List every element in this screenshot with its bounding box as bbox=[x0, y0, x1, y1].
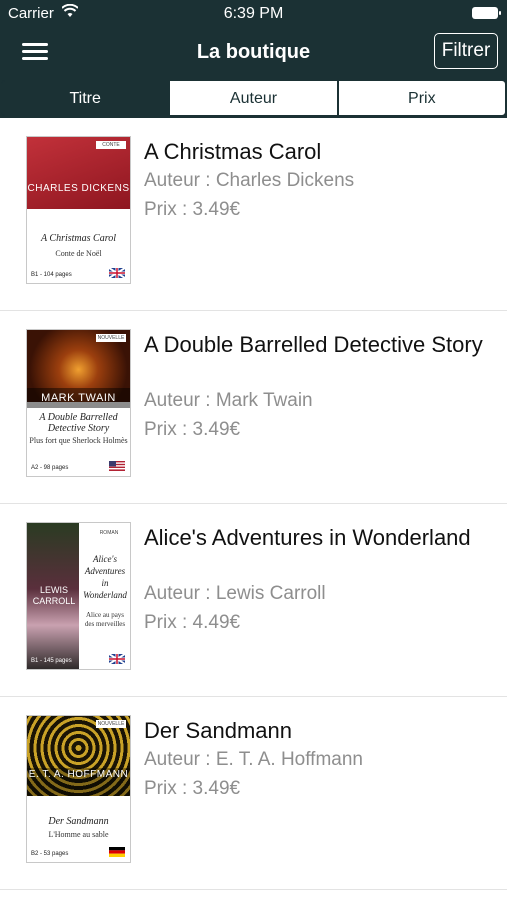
battery-icon bbox=[472, 7, 501, 19]
cover-tag: NOUVELLE bbox=[96, 334, 126, 342]
segment-prix[interactable]: Prix bbox=[337, 80, 506, 116]
cover-tag: NOUVELLE bbox=[96, 720, 126, 728]
cover-title: A Double Barrelled Detective Story bbox=[39, 412, 118, 434]
book-title: Alice's Adventures in Wonderland bbox=[144, 525, 471, 550]
book-price: Prix : 3.49€ bbox=[144, 419, 241, 440]
book-price: Prix : 4.49€ bbox=[144, 612, 241, 633]
status-time: 6:39 PM bbox=[223, 5, 284, 22]
book-cover: ROMAN LEWIS CARROLL Alice's Adventures i… bbox=[26, 522, 131, 670]
cover-subtitle: Conte de Noël bbox=[55, 249, 102, 258]
de-flag-icon bbox=[109, 847, 125, 857]
status-bar: Carrier 6:39 PM bbox=[0, 0, 507, 28]
book-row[interactable]: NOUVELLE MARK TWAIN A Double Barrelled D… bbox=[0, 311, 507, 504]
filter-button[interactable]: Filtrer bbox=[434, 33, 498, 69]
cover-pages: A2 - 98 pages bbox=[31, 465, 69, 471]
cover-tag: CONTE bbox=[96, 141, 126, 149]
book-row[interactable]: NOUVELLE E. T. A. HOFFMANN Der Sandmann … bbox=[0, 697, 507, 890]
cover-pages: B1 - 104 pages bbox=[31, 272, 72, 278]
cover-title: A Christmas Carol bbox=[40, 233, 117, 244]
book-title: Der Sandmann bbox=[144, 718, 292, 743]
segment-auteur[interactable]: Auteur bbox=[169, 80, 338, 116]
cover-tag: ROMAN bbox=[94, 529, 124, 537]
book-cover: CONTE CHARLES DICKENS A Christmas Carol … bbox=[26, 136, 131, 284]
uk-flag-icon bbox=[109, 654, 125, 664]
nav-header: Carrier 6:39 PM La boutique Filtrer Titr… bbox=[0, 0, 507, 118]
uk-flag-icon bbox=[109, 268, 125, 278]
book-list: CONTE CHARLES DICKENS A Christmas Carol … bbox=[0, 118, 507, 890]
book-author: Auteur : Charles Dickens bbox=[144, 170, 355, 191]
book-price: Prix : 3.49€ bbox=[144, 778, 241, 799]
book-price: Prix : 3.49€ bbox=[144, 199, 241, 220]
book-cover: NOUVELLE E. T. A. HOFFMANN Der Sandmann … bbox=[26, 715, 131, 863]
page-title: La boutique bbox=[196, 41, 311, 63]
book-author: Auteur : E. T. A. Hoffmann bbox=[144, 749, 363, 770]
cover-subtitle: Alice au pays des merveilles bbox=[84, 611, 126, 628]
cover-pages: B2 - 53 pages bbox=[31, 851, 69, 857]
us-flag-icon bbox=[109, 461, 125, 471]
book-author: Auteur : Mark Twain bbox=[144, 390, 313, 411]
cover-title: Der Sandmann bbox=[48, 816, 109, 827]
book-row[interactable]: CONTE CHARLES DICKENS A Christmas Carol … bbox=[0, 118, 507, 311]
segment-titre[interactable]: Titre bbox=[1, 80, 170, 116]
book-title: A Christmas Carol bbox=[144, 139, 322, 164]
cover-author: CHARLES DICKENS bbox=[27, 183, 130, 194]
cover-author: MARK TWAIN bbox=[27, 388, 130, 408]
cover-title: Alice's Adventures in Wonderland bbox=[83, 554, 127, 600]
book-author: Auteur : Lewis Carroll bbox=[144, 583, 326, 604]
cover-pages: B1 - 145 pages bbox=[31, 658, 72, 664]
cover-subtitle: Plus fort que Sherlock Holmès bbox=[29, 436, 128, 445]
sort-segmented-control: Titre Auteur Prix bbox=[1, 80, 506, 116]
book-cover: NOUVELLE MARK TWAIN A Double Barrelled D… bbox=[26, 329, 131, 477]
cover-subtitle: L'Homme au sable bbox=[48, 830, 109, 839]
cover-author: E. T. A. HOFFMANN bbox=[27, 768, 130, 796]
book-title: A Double Barrelled Detective Story bbox=[144, 332, 483, 357]
cover-author: LEWIS CARROLL bbox=[32, 585, 76, 606]
book-row[interactable]: ROMAN LEWIS CARROLL Alice's Adventures i… bbox=[0, 504, 507, 697]
